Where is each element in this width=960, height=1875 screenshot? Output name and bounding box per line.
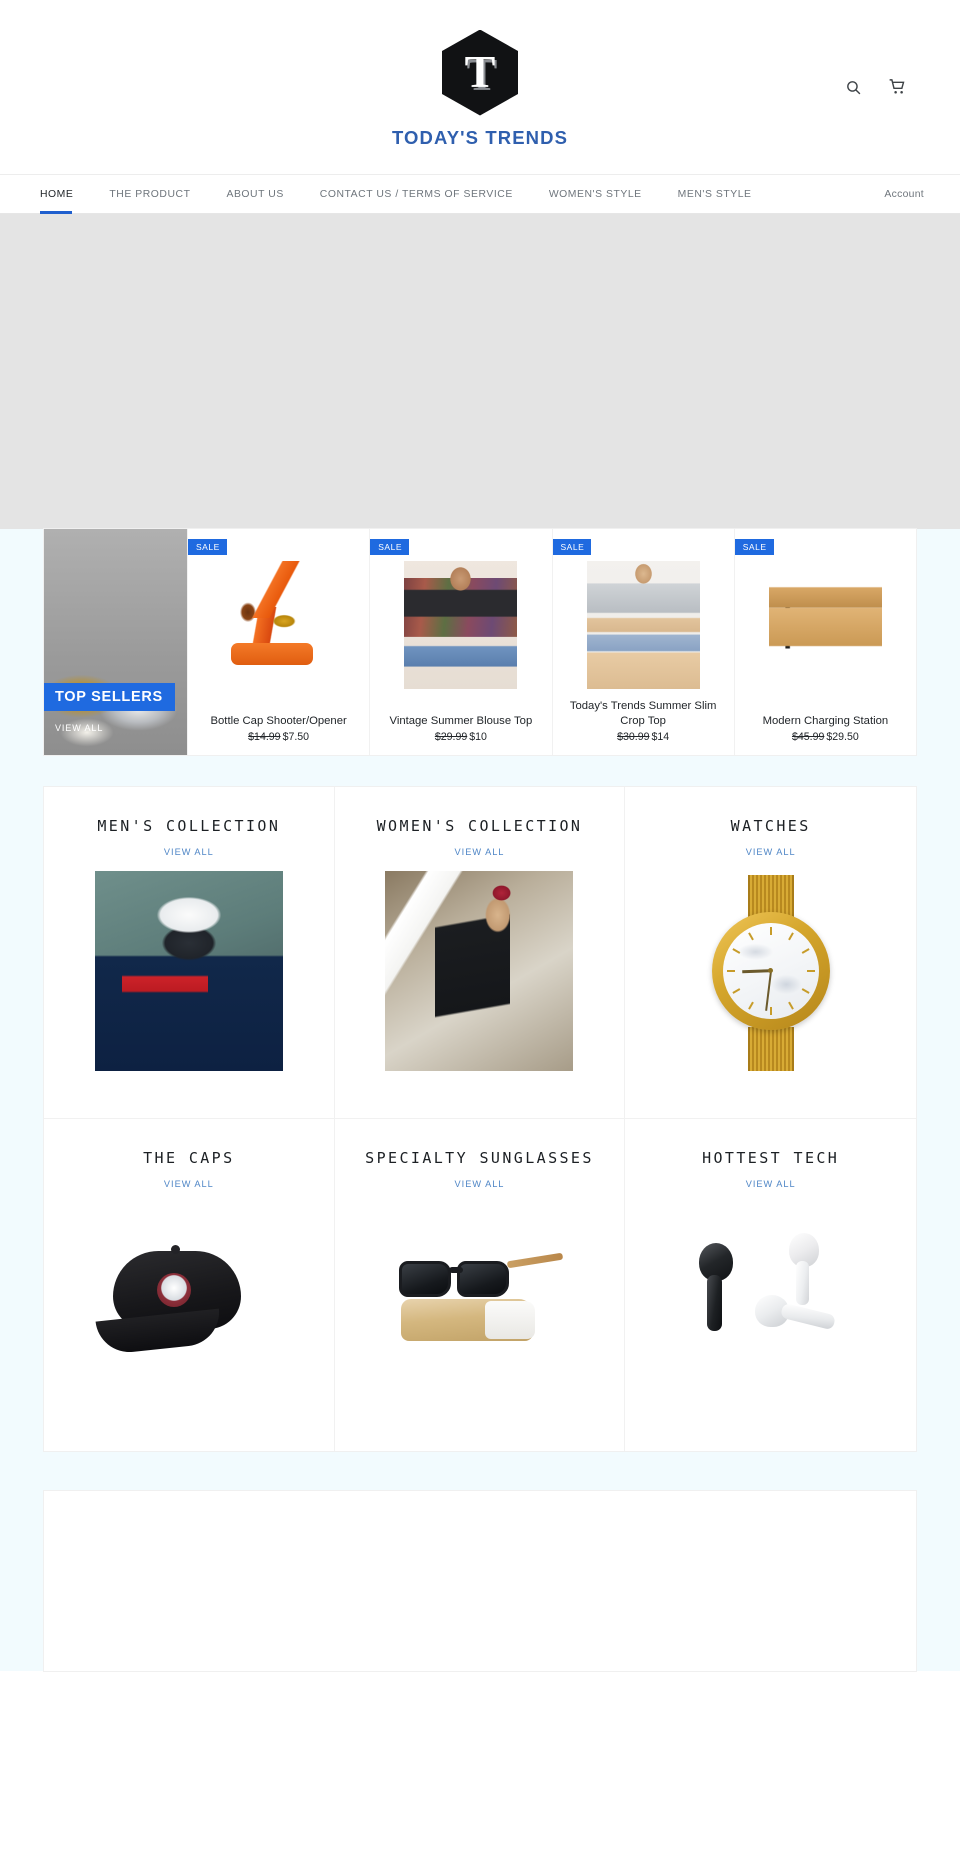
- collection-title: MEN'S COLLECTION: [97, 817, 281, 835]
- collection-image: [385, 1202, 574, 1403]
- logo-hexagon-icon: T: [442, 29, 518, 116]
- top-sellers-label: TOP SELLERS: [44, 683, 175, 711]
- product-card[interactable]: SALE Modern Charging Station $45.99 $29.5…: [733, 529, 916, 755]
- top-sellers-promo-card[interactable]: TOP SELLERS VIEW ALL: [44, 529, 187, 755]
- product-image: [404, 561, 518, 689]
- collection-view-all[interactable]: VIEW ALL: [455, 1179, 505, 1189]
- collection-view-all[interactable]: VIEW ALL: [455, 847, 505, 857]
- collection-view-all[interactable]: VIEW ALL: [746, 1179, 796, 1189]
- bottom-panel: [44, 1491, 916, 1671]
- search-icon[interactable]: [842, 76, 864, 98]
- nav-item-home[interactable]: HOME: [40, 175, 91, 214]
- collection-title: THE CAPS: [143, 1149, 235, 1167]
- product-image: [222, 561, 336, 689]
- price-sale: $29.50: [826, 731, 859, 743]
- price-original: $45.99: [791, 731, 825, 743]
- nav-item-the-product[interactable]: THE PRODUCT: [91, 175, 208, 213]
- hero-banner: [0, 214, 960, 565]
- collections-section: MEN'S COLLECTION VIEW ALL WOMEN'S COLLEC…: [0, 755, 960, 1491]
- sunglasses-illustration: [385, 1202, 574, 1403]
- sale-badge: SALE: [370, 539, 409, 555]
- earbuds-illustration: [676, 1202, 865, 1403]
- product-image: [586, 561, 700, 689]
- cap-illustration: [94, 1202, 283, 1403]
- site-logo[interactable]: T TODAY'S TRENDS: [391, 29, 569, 149]
- main-navigation: HOME THE PRODUCT ABOUT US CONTACT US / T…: [0, 174, 960, 214]
- collections-grid: MEN'S COLLECTION VIEW ALL WOMEN'S COLLEC…: [44, 787, 916, 1451]
- logo-letter: T: [464, 45, 496, 97]
- price-sale: $10: [469, 731, 487, 743]
- account-link[interactable]: Account: [884, 175, 936, 213]
- collection-card-mens[interactable]: MEN'S COLLECTION VIEW ALL: [44, 787, 335, 1119]
- price-original: $30.99: [617, 731, 650, 743]
- nav-item-about-us[interactable]: ABOUT US: [208, 175, 301, 213]
- cart-icon[interactable]: [886, 76, 908, 98]
- top-sellers-section: TOP SELLERS VIEW ALL SALE Bottle Cap Sho…: [0, 529, 960, 755]
- collection-card-watches[interactable]: WATCHES VIEW ALL: [625, 787, 916, 1119]
- product-price: $29.99 $10: [380, 731, 541, 743]
- header-icon-group: [842, 76, 908, 98]
- top-sellers-row: TOP SELLERS VIEW ALL SALE Bottle Cap Sho…: [44, 529, 916, 755]
- price-sale: $14: [651, 731, 670, 743]
- collection-card-sunglasses[interactable]: SPECIALTY SUNGLASSES VIEW ALL: [335, 1119, 626, 1451]
- product-title: Today's Trends Summer Slim Crop Top: [569, 700, 717, 727]
- collection-image: [676, 870, 865, 1071]
- sale-badge: SALE: [552, 539, 592, 555]
- product-price: $14.99 $7.50: [198, 731, 359, 743]
- top-sellers-view-all[interactable]: VIEW ALL: [55, 723, 103, 733]
- nav-item-mens-style[interactable]: MEN'S STYLE: [660, 175, 770, 213]
- product-meta: Today's Trends Summer Slim Crop Top $30.…: [563, 699, 724, 755]
- product-card[interactable]: SALE Vintage Summer Blouse Top $29.99 $10: [369, 529, 552, 755]
- collection-view-all[interactable]: VIEW ALL: [164, 1179, 214, 1189]
- nav-item-contact-us-terms[interactable]: CONTACT US / TERMS OF SERVICE: [302, 175, 531, 213]
- product-meta: Vintage Summer Blouse Top $29.99 $10: [380, 714, 541, 755]
- collection-card-caps[interactable]: THE CAPS VIEW ALL: [44, 1119, 335, 1451]
- site-header: T TODAY'S TRENDS: [0, 0, 960, 174]
- collection-title: WATCHES: [730, 817, 811, 835]
- nav-item-womens-style[interactable]: WOMEN'S STYLE: [531, 175, 660, 213]
- product-price: $45.99 $29.50: [745, 731, 906, 743]
- collection-title: HOTTEST TECH: [702, 1149, 840, 1167]
- collection-card-womens[interactable]: WOMEN'S COLLECTION VIEW ALL: [334, 787, 626, 1119]
- product-meta: Bottle Cap Shooter/Opener $14.99 $7.50: [198, 714, 359, 755]
- brand-name: TODAY'S TRENDS: [391, 126, 569, 148]
- nav-list: HOME THE PRODUCT ABOUT US CONTACT US / T…: [40, 175, 770, 214]
- collection-view-all[interactable]: VIEW ALL: [746, 847, 796, 857]
- watch-illustration: [676, 870, 865, 1071]
- product-card[interactable]: SALE Today's Trends Summer Slim Crop Top…: [551, 529, 734, 755]
- collection-image: [94, 870, 283, 1071]
- product-image: [768, 561, 882, 689]
- collection-card-tech[interactable]: HOTTEST TECH VIEW ALL: [625, 1119, 916, 1451]
- sale-badge: SALE: [734, 539, 774, 555]
- price-original: $14.99: [248, 731, 281, 743]
- collection-title: SPECIALTY SUNGLASSES: [365, 1149, 594, 1167]
- product-card[interactable]: SALE Bottle Cap Shooter/Opener $14.99 $7.…: [187, 529, 370, 755]
- collection-title: WOMEN'S COLLECTION: [376, 817, 583, 835]
- collection-image: [94, 1202, 283, 1403]
- promo-image: [44, 529, 187, 755]
- price-original: $29.99: [434, 731, 468, 743]
- price-sale: $7.50: [282, 731, 310, 743]
- product-title: Bottle Cap Shooter/Opener: [210, 714, 347, 727]
- product-title: Modern Charging Station: [762, 714, 889, 727]
- product-price: $30.99 $14: [563, 731, 724, 743]
- bottom-section: [0, 1491, 960, 1671]
- product-title: Vintage Summer Blouse Top: [389, 714, 533, 727]
- collection-image: [676, 1202, 865, 1403]
- sale-badge: SALE: [188, 539, 227, 555]
- collection-image: [385, 870, 574, 1071]
- product-meta: Modern Charging Station $45.99 $29.50: [745, 714, 906, 755]
- collection-view-all[interactable]: VIEW ALL: [164, 847, 214, 857]
